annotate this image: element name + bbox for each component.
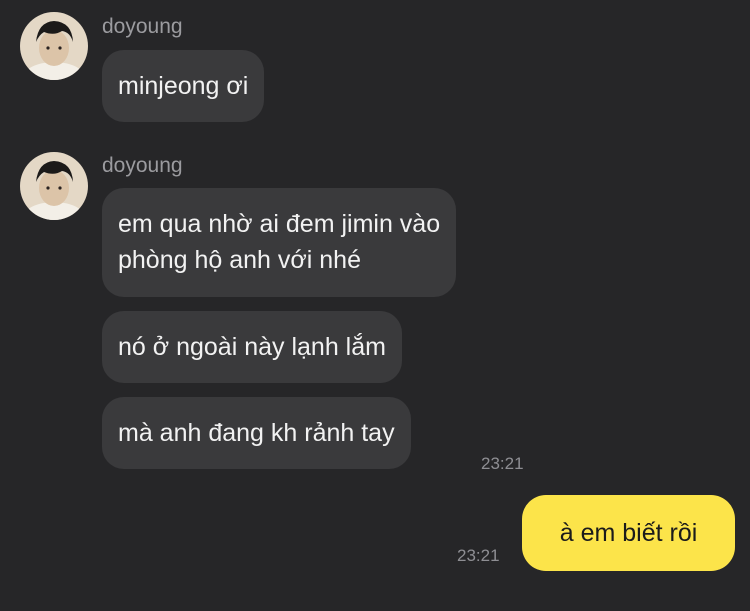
message-text: à em biết rồi [559, 519, 698, 547]
message-bubble[interactable]: em qua nhờ ai đem jimin vào phòng hộ anh… [102, 188, 457, 297]
outgoing-message-bubble[interactable]: à em biết rồi [522, 495, 735, 571]
message-timestamp: 23:21 [481, 454, 524, 473]
profile-photo-icon [20, 152, 88, 220]
sender-name: doyoung [102, 15, 183, 38]
message-text: mà anh đang kh rảnh tay [118, 419, 395, 447]
message-text: minjeong ơi [118, 72, 249, 100]
message-text: nó ở ngoài này lạnh lắm [118, 333, 386, 361]
message-bubble[interactable]: nó ở ngoài này lạnh lắm [102, 311, 402, 383]
avatar[interactable] [20, 12, 88, 80]
profile-photo-icon [20, 12, 88, 80]
avatar[interactable] [20, 152, 88, 220]
message-text-line: em qua nhờ ai đem jimin vào [118, 210, 441, 238]
message-bubble[interactable]: minjeong ơi [102, 50, 265, 122]
sender-name: doyoung [102, 154, 183, 177]
message-text-line: phòng hộ anh với nhé [118, 246, 361, 274]
message-bubble[interactable]: mà anh đang kh rảnh tay [102, 397, 411, 469]
message-timestamp: 23:21 [457, 546, 500, 565]
